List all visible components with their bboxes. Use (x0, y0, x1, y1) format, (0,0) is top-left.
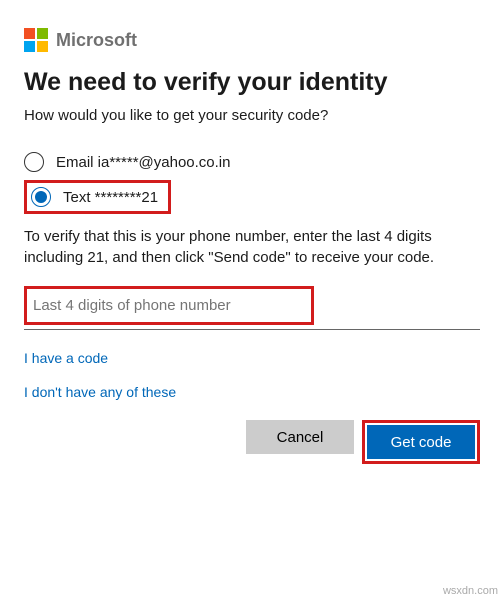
get-code-button[interactable]: Get code (367, 425, 475, 459)
instruction-text: To verify that this is your phone number… (24, 226, 480, 268)
microsoft-logo-icon (24, 28, 48, 52)
radio-icon (24, 152, 44, 172)
radio-icon (31, 187, 51, 207)
verification-options: Email ia*****@yahoo.co.in Text ********2… (24, 144, 480, 214)
brand-header: Microsoft (24, 28, 480, 52)
option-email-label: Email ia*****@yahoo.co.in (56, 154, 231, 171)
input-underline (24, 329, 480, 330)
highlight-annotation: Get code (362, 420, 480, 464)
option-text-label: Text ********21 (63, 189, 158, 206)
page-subtitle: How would you like to get your security … (24, 107, 480, 124)
highlight-annotation (24, 286, 314, 325)
highlight-annotation: Text ********21 (24, 180, 171, 214)
phone-last4-input[interactable] (27, 289, 311, 322)
option-text[interactable]: Text ********21 (27, 183, 168, 211)
watermark: wsxdn.com (443, 585, 498, 597)
brand-name: Microsoft (56, 30, 137, 51)
option-email[interactable]: Email ia*****@yahoo.co.in (24, 144, 480, 180)
action-bar: Cancel Get code (24, 420, 480, 464)
link-have-code[interactable]: I have a code (24, 350, 480, 366)
page-title: We need to verify your identity (24, 68, 480, 97)
link-none-of-these[interactable]: I don't have any of these (24, 384, 480, 400)
cancel-button[interactable]: Cancel (246, 420, 354, 454)
